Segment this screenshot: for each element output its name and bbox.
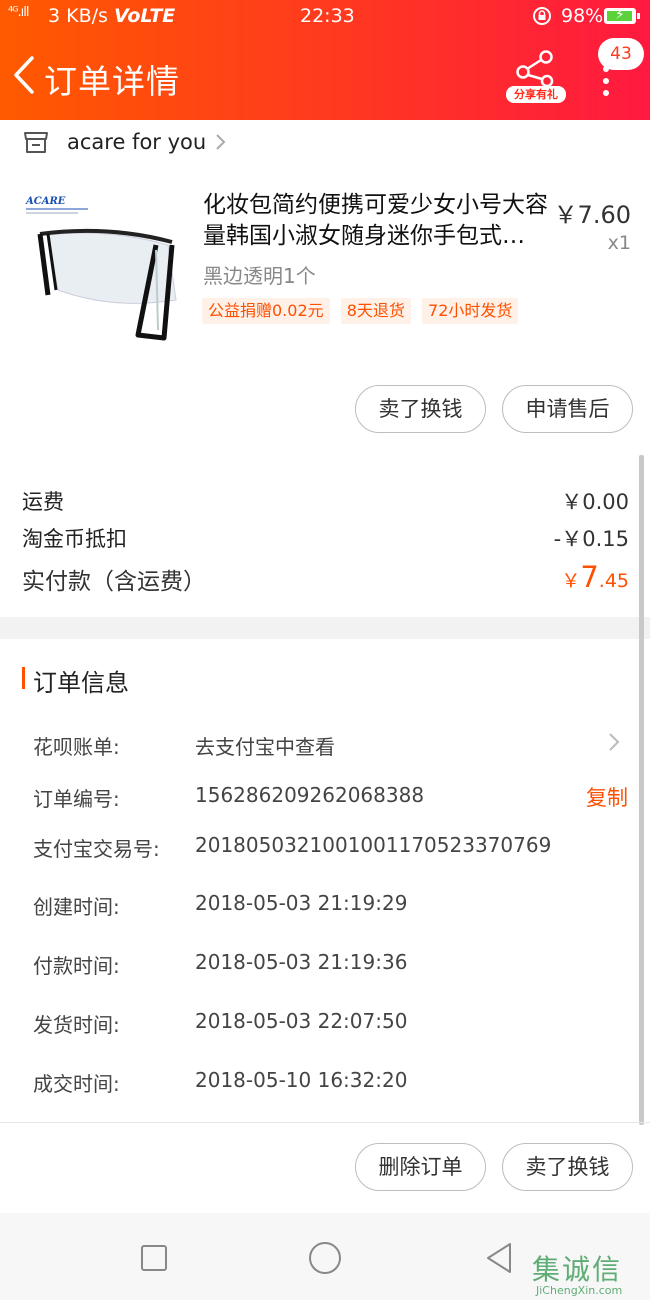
watermark-logo: 集诚信 bbox=[532, 1253, 623, 1286]
product-variant: 黑边透明1个 bbox=[203, 264, 316, 288]
sell-for-cash-button[interactable]: 卖了换钱 bbox=[355, 385, 486, 433]
signal-indicator: ⁴ᴳ.ıll bbox=[8, 5, 30, 20]
delete-order-button[interactable]: 删除订单 bbox=[355, 1143, 486, 1191]
rotation-lock-icon bbox=[533, 7, 551, 25]
total-decimal: .45 bbox=[598, 570, 629, 592]
watermark: 集诚信 JiChengXin.com bbox=[532, 1248, 648, 1300]
store-icon bbox=[24, 132, 48, 153]
volte-indicator: VoLTE bbox=[114, 5, 176, 27]
copy-order-number-button[interactable]: 复制 bbox=[586, 782, 628, 812]
share-label: 分享有礼 bbox=[506, 86, 566, 103]
coin-deduction-label: 淘金币抵扣 bbox=[22, 527, 127, 551]
service-tags: 公益捐赠0.02元 8天退货 72小时发货 bbox=[202, 298, 524, 324]
created-time-label: 创建时间: bbox=[33, 895, 120, 919]
shipping-fee-label: 运费 bbox=[22, 490, 64, 514]
product-title[interactable]: 化妆包简约便携可爱少女小号大容量韩国小淑女随身迷你手包式… bbox=[203, 190, 553, 252]
cosmetic-bag-image: ACARE bbox=[25, 196, 177, 341]
charging-icon: ⚡ bbox=[615, 7, 625, 23]
order-number-value: 1562862092620683​88 bbox=[195, 783, 425, 807]
coin-deduction-value: -￥0.15 bbox=[553, 527, 629, 551]
alipay-trade-value: 2018050321001001170523370769 bbox=[195, 833, 552, 857]
total-paid-label: 实付款（含运费） bbox=[22, 569, 206, 595]
created-time-value: 2018-05-03 21:19:29 bbox=[195, 891, 408, 915]
network-speed: 3 KB/s bbox=[48, 5, 108, 27]
watermark-url: JiChengXin.com bbox=[536, 1284, 623, 1297]
chevron-right-icon[interactable] bbox=[605, 730, 623, 754]
back-triangle-icon[interactable] bbox=[482, 1240, 518, 1276]
back-arrow-icon[interactable] bbox=[8, 52, 44, 98]
product-quantity: x1 bbox=[607, 232, 631, 254]
product-price: ￥7.60 bbox=[553, 201, 631, 229]
battery-percent: 98% bbox=[561, 5, 604, 27]
brand-logo-text: ACARE bbox=[25, 196, 66, 207]
alipay-trade-label: 支付宝交易号: bbox=[33, 837, 160, 861]
status-time: 22:33 bbox=[300, 5, 355, 27]
page-title: 订单详情 bbox=[44, 62, 180, 101]
shipped-time-value: 2018-05-03 22:07:50 bbox=[195, 1009, 408, 1033]
more-dot bbox=[603, 78, 609, 84]
sell-for-cash-button[interactable]: 卖了换钱 bbox=[502, 1143, 633, 1191]
service-tag: 72小时发货 bbox=[422, 298, 519, 324]
order-info-title: 订单信息 bbox=[33, 669, 129, 697]
paid-time-value: 2018-05-03 21:19:36 bbox=[195, 950, 408, 974]
shipping-fee-row: 运费 ￥0.00 bbox=[22, 486, 629, 518]
service-tag: 公益捐赠0.02元 bbox=[202, 298, 330, 324]
order-number-label: 订单编号: bbox=[33, 787, 120, 811]
status-bar: ⁴ᴳ.ıll 3 KB/s VoLTE 22:33 98% ⚡ bbox=[0, 0, 650, 34]
completed-time-value: 2018-05-10 16:32:20 bbox=[195, 1068, 408, 1092]
total-paid-amount: ￥7.45 bbox=[561, 560, 629, 594]
chevron-right-icon bbox=[216, 134, 226, 150]
service-tag: 8天退货 bbox=[340, 298, 411, 324]
app-header: ⁴ᴳ.ıll 3 KB/s VoLTE 22:33 98% ⚡ 订单详情 分享有… bbox=[0, 0, 650, 120]
shop-name: acare for you bbox=[67, 130, 207, 154]
home-icon[interactable] bbox=[307, 1240, 343, 1276]
more-dot bbox=[603, 90, 609, 96]
share-button[interactable]: 分享有礼 bbox=[506, 48, 566, 106]
total-integer: 7 bbox=[580, 560, 599, 594]
shipping-fee-value: ￥0.00 bbox=[561, 490, 629, 514]
recent-apps-icon[interactable] bbox=[136, 1240, 172, 1276]
section-accent-bar bbox=[22, 667, 25, 689]
product-image[interactable]: ACARE bbox=[18, 190, 188, 345]
section-divider bbox=[0, 617, 650, 639]
share-icon bbox=[516, 50, 554, 88]
currency-symbol: ￥ bbox=[561, 570, 581, 592]
huabei-link[interactable]: 去支付宝中查看 bbox=[195, 731, 335, 760]
more-menu-button[interactable] bbox=[596, 66, 616, 96]
shop-row[interactable]: acare for you bbox=[0, 120, 650, 168]
total-paid-row: 实付款（含运费） ￥7.45 bbox=[22, 560, 629, 600]
message-count-badge[interactable]: 43 bbox=[598, 38, 644, 70]
footer-divider bbox=[0, 1122, 650, 1123]
shipped-time-label: 发货时间: bbox=[33, 1013, 120, 1037]
huabei-label: 花呗账单: bbox=[33, 735, 120, 759]
apply-after-sale-button[interactable]: 申请售后 bbox=[502, 385, 633, 433]
battery-icon: ⚡ bbox=[604, 7, 640, 24]
completed-time-label: 成交时间: bbox=[33, 1072, 120, 1096]
scrollbar[interactable] bbox=[639, 455, 644, 1125]
paid-time-label: 付款时间: bbox=[33, 954, 120, 978]
coin-deduction-row: 淘金币抵扣 -￥0.15 bbox=[22, 523, 629, 555]
